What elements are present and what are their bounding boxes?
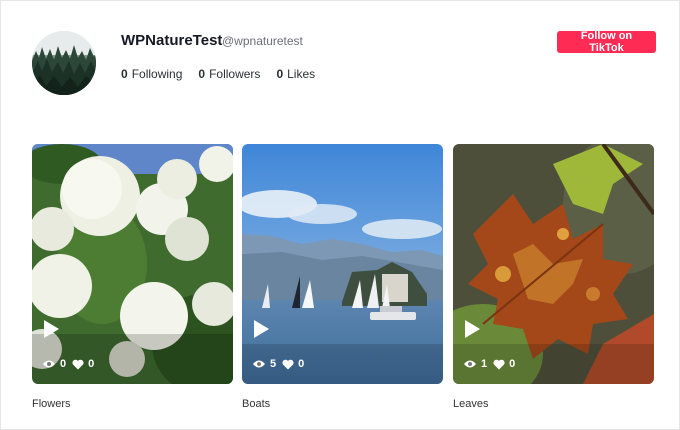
profile-handle[interactable]: @wpnaturetest — [222, 34, 303, 48]
video-thumbnail[interactable]: 5 0 — [242, 144, 443, 384]
eye-icon — [43, 360, 55, 368]
stat-label: Following — [131, 67, 183, 81]
heart-icon — [72, 359, 84, 369]
video-grid: 0 0 Flowers 5 0 Boats 1 0 Leaves — [32, 144, 654, 414]
views-count: 5 — [270, 358, 277, 370]
profile-stats: 0 Following 0 Followers 0 Likes — [121, 67, 315, 81]
play-icon[interactable] — [42, 319, 60, 339]
views-count: 1 — [481, 358, 488, 370]
stat-label: Likes — [287, 67, 316, 81]
views-count: 0 — [60, 358, 67, 370]
stat-count: 0 — [121, 67, 128, 81]
play-icon[interactable] — [252, 319, 270, 339]
follow-button[interactable]: Follow on TikTok — [557, 30, 656, 54]
video-card[interactable]: 1 0 Leaves — [453, 144, 654, 410]
video-card[interactable]: 0 0 Flowers — [32, 144, 233, 410]
stat-followers: 0 Followers — [198, 67, 260, 81]
views-metric: 0 — [42, 358, 66, 370]
video-thumbnail[interactable]: 1 0 — [453, 144, 654, 384]
video-metrics: 0 0 — [42, 358, 94, 370]
stat-likes: 0 Likes — [276, 67, 315, 81]
views-metric: 1 — [463, 358, 487, 370]
likes-metric: 0 — [493, 358, 515, 370]
heart-icon — [493, 359, 505, 369]
play-icon[interactable] — [463, 319, 481, 339]
video-metrics: 5 0 — [252, 358, 304, 370]
video-thumbnail[interactable]: 0 0 — [32, 144, 233, 384]
likes-metric: 0 — [282, 358, 304, 370]
boats-image — [242, 144, 443, 384]
views-metric: 5 — [252, 358, 276, 370]
likes-count: 0 — [298, 358, 305, 370]
video-card[interactable]: 5 0 Boats — [242, 144, 443, 410]
stat-label: Followers — [209, 67, 261, 81]
video-caption[interactable]: Boats — [242, 398, 443, 410]
stat-following: 0 Following — [121, 67, 182, 81]
likes-count: 0 — [509, 358, 516, 370]
avatar[interactable] — [32, 31, 96, 95]
flowers-image — [32, 144, 233, 384]
likes-metric: 0 — [72, 358, 94, 370]
video-caption[interactable]: Flowers — [32, 398, 233, 410]
video-caption[interactable]: Leaves — [453, 398, 654, 410]
profile-name[interactable]: WPNatureTest — [121, 32, 222, 49]
stat-count: 0 — [276, 67, 284, 81]
video-metrics: 1 0 — [463, 358, 515, 370]
likes-count: 0 — [88, 358, 95, 370]
eye-icon — [253, 360, 265, 368]
stat-count: 0 — [198, 67, 206, 81]
leaves-image — [453, 144, 654, 384]
eye-icon — [464, 360, 476, 368]
heart-icon — [282, 359, 294, 369]
profile-header: WPNatureTest @wpnaturetest 0 Following 0F… — [32, 30, 656, 97]
